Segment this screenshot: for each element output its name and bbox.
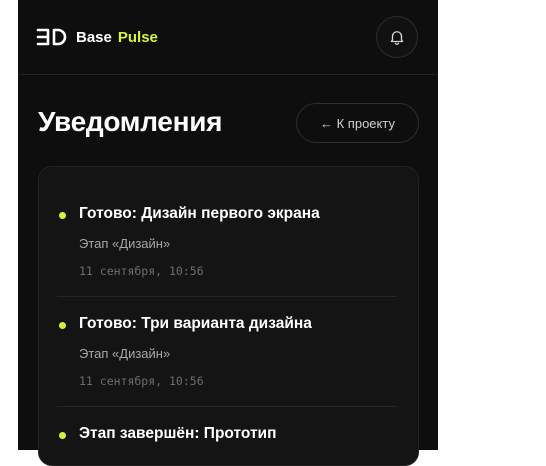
notification-title: Готово: Три варианта дизайна bbox=[79, 315, 312, 332]
bell-icon bbox=[390, 31, 404, 45]
notifications-panel: Base Pulse Уведомления ← К проекту Готов… bbox=[18, 0, 438, 466]
back-to-project-button[interactable]: ← К проекту bbox=[296, 103, 419, 143]
app-logo[interactable]: Base Pulse bbox=[36, 27, 158, 47]
unread-dot-icon bbox=[59, 212, 66, 219]
divider bbox=[57, 406, 397, 407]
divider bbox=[57, 296, 397, 297]
notification-title: Этап завершён: Прототип bbox=[79, 425, 277, 442]
notification-date: 11 сентября, 10:56 bbox=[79, 264, 204, 278]
unread-dot-icon bbox=[59, 432, 66, 439]
logo-base-text: Base bbox=[76, 28, 112, 46]
notification-date: 11 сентября, 10:56 bbox=[79, 374, 204, 388]
notifications-button[interactable] bbox=[376, 16, 418, 58]
notifications-list: Готово: Дизайн первого экрана Этап «Диза… bbox=[38, 166, 419, 466]
notification-stage: Этап «Дизайн» bbox=[79, 346, 171, 361]
unread-dot-icon bbox=[59, 322, 66, 329]
top-bar: Base Pulse bbox=[18, 0, 438, 75]
logo-mark-icon bbox=[36, 28, 67, 46]
notification-title: Готово: Дизайн первого экрана bbox=[79, 205, 320, 222]
page-title: Уведомления bbox=[38, 106, 223, 137]
notification-stage: Этап «Дизайн» bbox=[79, 236, 171, 251]
logo-pulse-text: Pulse bbox=[117, 28, 158, 46]
